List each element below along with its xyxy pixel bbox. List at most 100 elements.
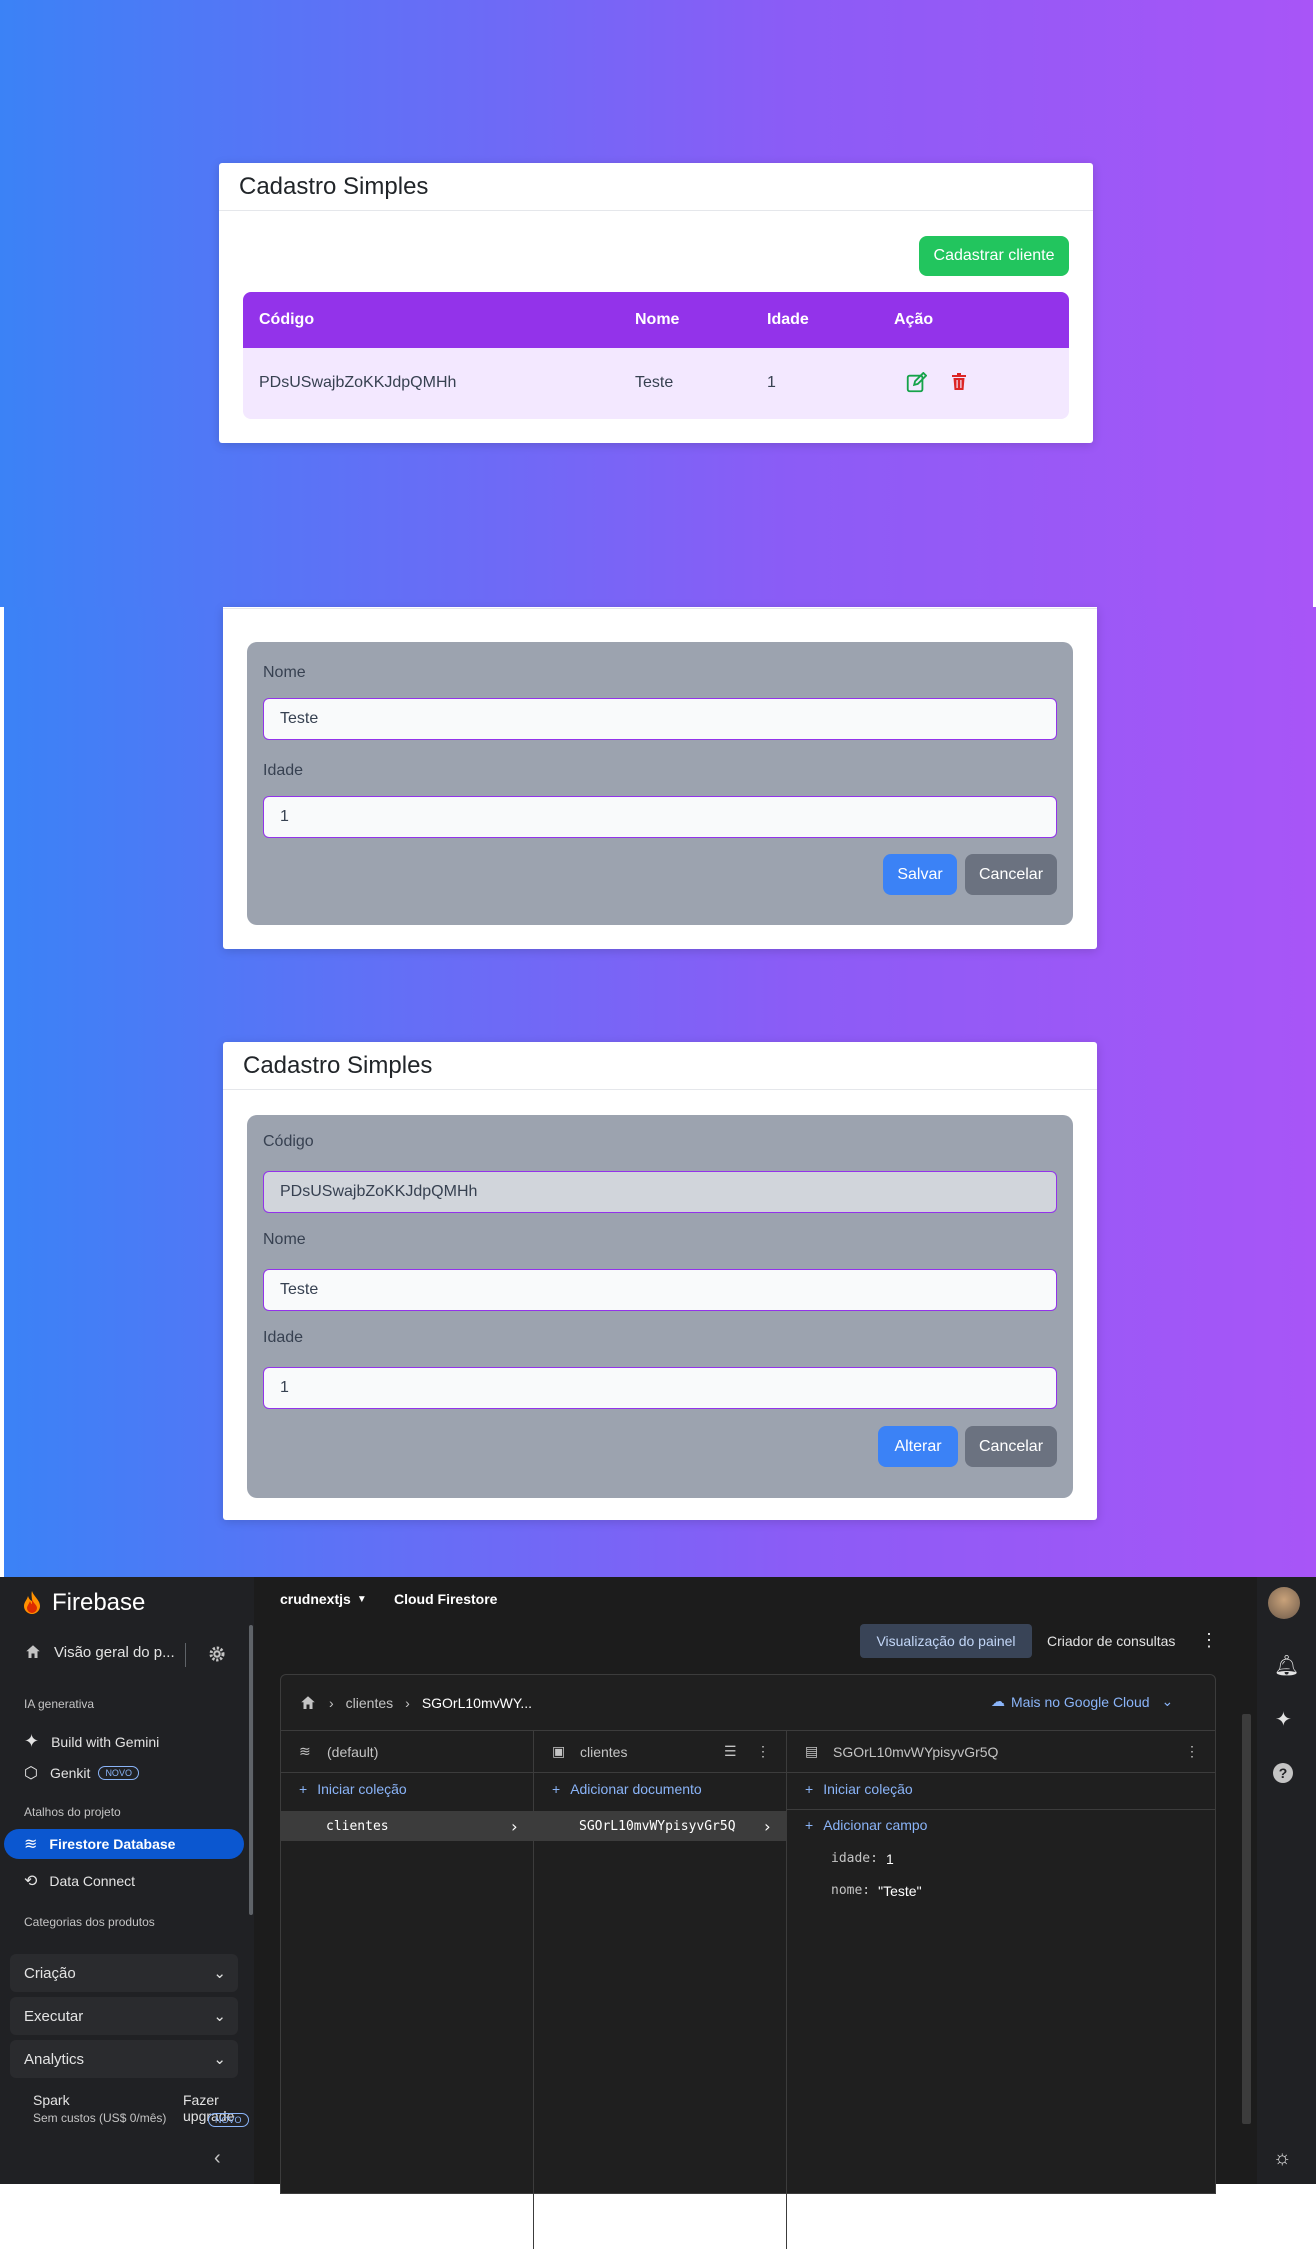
sparkle-icon: ✦ [24, 1731, 40, 1751]
chevron-down-icon: ⌄ [213, 1965, 226, 1982]
database-icon: ≋ [299, 1743, 311, 1759]
column-document: ▤ SGOrL10mvWYpisyvGr5Q ⋮ + Iniciar coleçã… [787, 1731, 1215, 2249]
update-button[interactable]: Alterar [878, 1426, 958, 1467]
collection-name: clientes [326, 1818, 389, 1834]
collapse-chevron-icon[interactable]: ‹ [214, 2147, 221, 2170]
field-row-nome[interactable]: nome: "Teste" [831, 1883, 922, 1899]
idade-label: Idade [263, 762, 304, 779]
field-row-idade[interactable]: idade: 1 [831, 1851, 894, 1867]
bell-icon[interactable]: 🔔︎ [1274, 1653, 1299, 1678]
view-panel-label: Visualização do painel [876, 1633, 1016, 1649]
product-name: Cloud Firestore [394, 1591, 498, 1607]
category-build[interactable]: Criação ⌄ [10, 1954, 238, 1992]
breadcrumb-collection[interactable]: clientes [346, 1695, 393, 1711]
theme-icon[interactable]: ☼ [1273, 2147, 1291, 2170]
page-title-edit: Cadastro Simples [223, 1042, 1097, 1090]
header-acao: Ação [894, 311, 934, 328]
plus-icon: + [805, 1817, 814, 1833]
add-document-button[interactable]: + Adicionar documento [552, 1781, 702, 1797]
edit-form: Código PDsUSwajbZoKKJdpQMHh Nome Teste I… [247, 1115, 1073, 1498]
firestore-icon: ≋ [24, 1836, 38, 1853]
more-vert-icon[interactable]: ⋮ [1200, 1630, 1218, 1651]
firebase-console: Firebase Visão geral do p... IA generati… [0, 1577, 1316, 2249]
genkit-label: Genkit [49, 1765, 91, 1781]
clients-table: Código Nome Idade Ação PDsUSwajbZoKKJdpQ… [243, 292, 1069, 419]
list-item[interactable]: clientes › [281, 1811, 533, 1841]
column-root-title: (default) [327, 1743, 379, 1760]
section-categories: Categorias dos produtos [24, 1915, 155, 1929]
data-panel: › clientes › SGOrL10mvWY... ☁ Mais no Go… [280, 1674, 1216, 2249]
google-cloud-link[interactable]: ☁ Mais no Google Cloud ⌄ [991, 1693, 1173, 1710]
project-name: crudnextjs [280, 1591, 351, 1607]
project-selector[interactable]: crudnextjs ▼ [280, 1591, 367, 1607]
chevron-right-icon: › [329, 1694, 334, 1711]
sidebar-item-build-gemini[interactable]: ✦ Build with Gemini [24, 1731, 159, 1752]
category-run[interactable]: Executar ⌄ [10, 1997, 238, 2035]
more-vert-icon[interactable]: ⋮ [756, 1743, 770, 1760]
codigo-label: Código [263, 1133, 314, 1150]
start-collection-label: Iniciar coleção [823, 1781, 913, 1797]
list-card: Cadastro Simples Cadastrar cliente Códig… [219, 163, 1093, 443]
chevron-right-icon: › [509, 1816, 519, 1836]
sparkle-icon[interactable]: ✦ [1275, 1707, 1292, 1732]
column-root-header: ≋ (default) [281, 1731, 533, 1773]
section-shortcuts: Atalhos do projeto [24, 1805, 121, 1819]
table-row: PDsUSwajbZoKKJdpQMHh Teste 1 [243, 348, 1069, 419]
category-run-label: Executar [24, 2007, 84, 2025]
project-overview[interactable]: Visão geral do p... [24, 1643, 175, 1661]
query-builder-tab[interactable]: Criador de consultas [1047, 1633, 1175, 1649]
nome-input[interactable]: Teste [263, 698, 1057, 740]
idade-label: Idade [263, 1329, 304, 1346]
nome-input[interactable]: Teste [263, 1269, 1057, 1311]
cancel-button[interactable]: Cancelar [965, 854, 1057, 895]
document-icon: ▤ [805, 1743, 819, 1759]
sidebar-scrollbar[interactable] [249, 1625, 253, 1915]
page-title: Cadastro Simples [219, 163, 1093, 211]
gear-icon[interactable] [208, 1645, 226, 1668]
breadcrumb-document[interactable]: SGOrL10mvWY... [422, 1695, 532, 1711]
overview-divider [185, 1643, 186, 1667]
delete-icon[interactable] [951, 373, 969, 393]
home-icon [301, 1695, 315, 1709]
avatar[interactable] [1268, 1587, 1300, 1619]
sidebar-item-data-connect[interactable]: ⟲ Data Connect [24, 1871, 135, 1891]
save-button[interactable]: Salvar [883, 854, 957, 895]
sidebar-item-genkit[interactable]: ⬡ Genkit NOVO [24, 1763, 139, 1783]
overview-label: Visão geral do p... [54, 1643, 175, 1661]
column-root: ≋ (default) + Iniciar coleção clientes › [281, 1731, 534, 2249]
cell-nome: Teste [635, 374, 674, 391]
idade-input[interactable]: 1 [263, 1367, 1057, 1409]
help-icon[interactable]: ? [1273, 1763, 1293, 1783]
sidebar-item-firestore[interactable]: ≋ Firestore Database [4, 1829, 244, 1859]
category-analytics[interactable]: Analytics ⌄ [10, 2040, 238, 2078]
field-divider [787, 1809, 1215, 1810]
column-collection-title: clientes [580, 1743, 628, 1760]
idade-input[interactable]: 1 [263, 796, 1057, 838]
filter-icon[interactable]: ☰ [724, 1743, 737, 1760]
chevron-right-icon: › [405, 1694, 410, 1711]
start-collection-button[interactable]: + Iniciar coleção [805, 1781, 913, 1797]
field-value: "Teste" [878, 1883, 922, 1899]
cancel-button[interactable]: Cancelar [965, 1426, 1057, 1467]
add-client-button[interactable]: Cadastrar cliente [919, 236, 1069, 276]
list-item[interactable]: SGOrL10mvWYpisyvGr5Q › [534, 1811, 786, 1841]
edit-icon[interactable] [905, 371, 928, 394]
build-gemini-label: Build with Gemini [51, 1733, 160, 1750]
sidebar: Firebase Visão geral do p... IA generati… [0, 1577, 254, 2184]
main-scrollbar[interactable] [1242, 1714, 1251, 2124]
codigo-input[interactable]: PDsUSwajbZoKKJdpQMHh [263, 1171, 1057, 1213]
firebase-logo: Firebase [22, 1589, 145, 1617]
header-idade: Idade [767, 311, 809, 328]
column-collection: ▣ clientes ☰ ⋮ + Adicionar documento SGOr… [534, 1731, 787, 2249]
start-collection-button[interactable]: + Iniciar coleção [299, 1781, 407, 1797]
more-vert-icon[interactable]: ⋮ [1185, 1743, 1199, 1760]
plan-name: Spark [33, 2092, 70, 2108]
plus-icon: + [805, 1781, 814, 1797]
chevron-down-icon: ⌄ [213, 2008, 226, 2025]
cell-idade: 1 [767, 374, 776, 391]
chevron-down-icon: ⌄ [1161, 1693, 1174, 1709]
field-key: nome: [831, 1883, 871, 1898]
add-field-button[interactable]: + Adicionar campo [805, 1817, 927, 1833]
view-panel-button[interactable]: Visualização do painel [860, 1624, 1032, 1658]
collection-icon: ▣ [552, 1743, 566, 1759]
